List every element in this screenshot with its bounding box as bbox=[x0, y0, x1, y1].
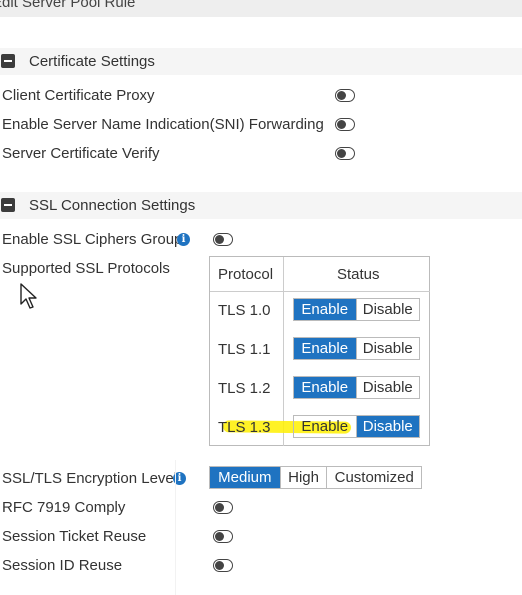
mouse-cursor-icon bbox=[20, 283, 37, 309]
session-id-reuse-toggle[interactable] bbox=[213, 559, 233, 572]
collapse-icon[interactable] bbox=[1, 54, 15, 68]
certificate-settings-header[interactable]: Certificate Settings bbox=[0, 48, 522, 75]
encryption-level-label: SSL/TLS Encryption Level bbox=[2, 470, 178, 487]
client-certificate-proxy-label: Client Certificate Proxy bbox=[2, 87, 155, 104]
tls-1-2-status-toggle[interactable]: Enable Disable bbox=[293, 376, 420, 399]
protocol-name: TLS 1.1 bbox=[218, 341, 271, 358]
disable-button[interactable]: Disable bbox=[355, 377, 419, 398]
tls-1-0-status-toggle[interactable]: Enable Disable bbox=[293, 298, 420, 321]
table-divider bbox=[283, 257, 284, 446]
enable-button[interactable]: Enable bbox=[294, 338, 356, 359]
protocol-column-header: Protocol bbox=[218, 266, 274, 283]
status-column-header: Status bbox=[337, 266, 380, 283]
enable-button[interactable]: Enable bbox=[294, 416, 356, 437]
tls-1-1-status-toggle[interactable]: Enable Disable bbox=[293, 337, 420, 360]
info-icon[interactable]: i bbox=[177, 233, 190, 246]
protocol-name: TLS 1.0 bbox=[218, 302, 271, 319]
session-id-reuse-label: Session ID Reuse bbox=[2, 557, 123, 574]
sni-forwarding-toggle[interactable] bbox=[335, 118, 355, 131]
section-title: Certificate Settings bbox=[29, 53, 155, 70]
encryption-level-medium[interactable]: Medium bbox=[210, 467, 280, 488]
enable-button[interactable]: Enable bbox=[294, 377, 356, 398]
protocol-name: TLS 1.2 bbox=[218, 380, 271, 397]
disable-button[interactable]: Disable bbox=[355, 299, 419, 320]
enable-button[interactable]: Enable bbox=[294, 299, 356, 320]
encryption-level-high[interactable]: High bbox=[279, 467, 327, 488]
collapse-icon[interactable] bbox=[1, 198, 15, 212]
server-certificate-verify-label: Server Certificate Verify bbox=[2, 145, 160, 162]
encryption-level-selector[interactable]: Medium High Customized bbox=[209, 466, 422, 489]
rfc-7919-label: RFC 7919 Comply bbox=[2, 499, 126, 516]
server-certificate-verify-toggle[interactable] bbox=[335, 147, 355, 160]
dialog-title: Edit Server Pool Rule bbox=[0, 0, 136, 11]
column-guide bbox=[175, 460, 176, 595]
session-ticket-reuse-label: Session Ticket Reuse bbox=[2, 528, 147, 545]
table-divider bbox=[210, 291, 430, 292]
disable-button[interactable]: Disable bbox=[355, 416, 419, 437]
rfc-7919-toggle[interactable] bbox=[213, 501, 233, 514]
section-title: SSL Connection Settings bbox=[29, 197, 196, 214]
supported-ssl-protocols-label: Supported SSL Protocols bbox=[2, 260, 170, 277]
ssl-connection-settings-header[interactable]: SSL Connection Settings bbox=[0, 192, 522, 219]
tls-1-3-status-toggle[interactable]: Enable Disable bbox=[293, 415, 420, 438]
ssl-ciphers-group-label: Enable SSL Ciphers Group bbox=[2, 231, 183, 248]
protocol-name: TLS 1.3 bbox=[218, 419, 271, 436]
sni-forwarding-label: Enable Server Name Indication(SNI) Forwa… bbox=[2, 116, 324, 133]
encryption-level-customized[interactable]: Customized bbox=[326, 467, 421, 488]
client-certificate-proxy-toggle[interactable] bbox=[335, 89, 355, 102]
session-ticket-reuse-toggle[interactable] bbox=[213, 530, 233, 543]
disable-button[interactable]: Disable bbox=[355, 338, 419, 359]
ssl-ciphers-group-toggle[interactable] bbox=[213, 233, 233, 246]
